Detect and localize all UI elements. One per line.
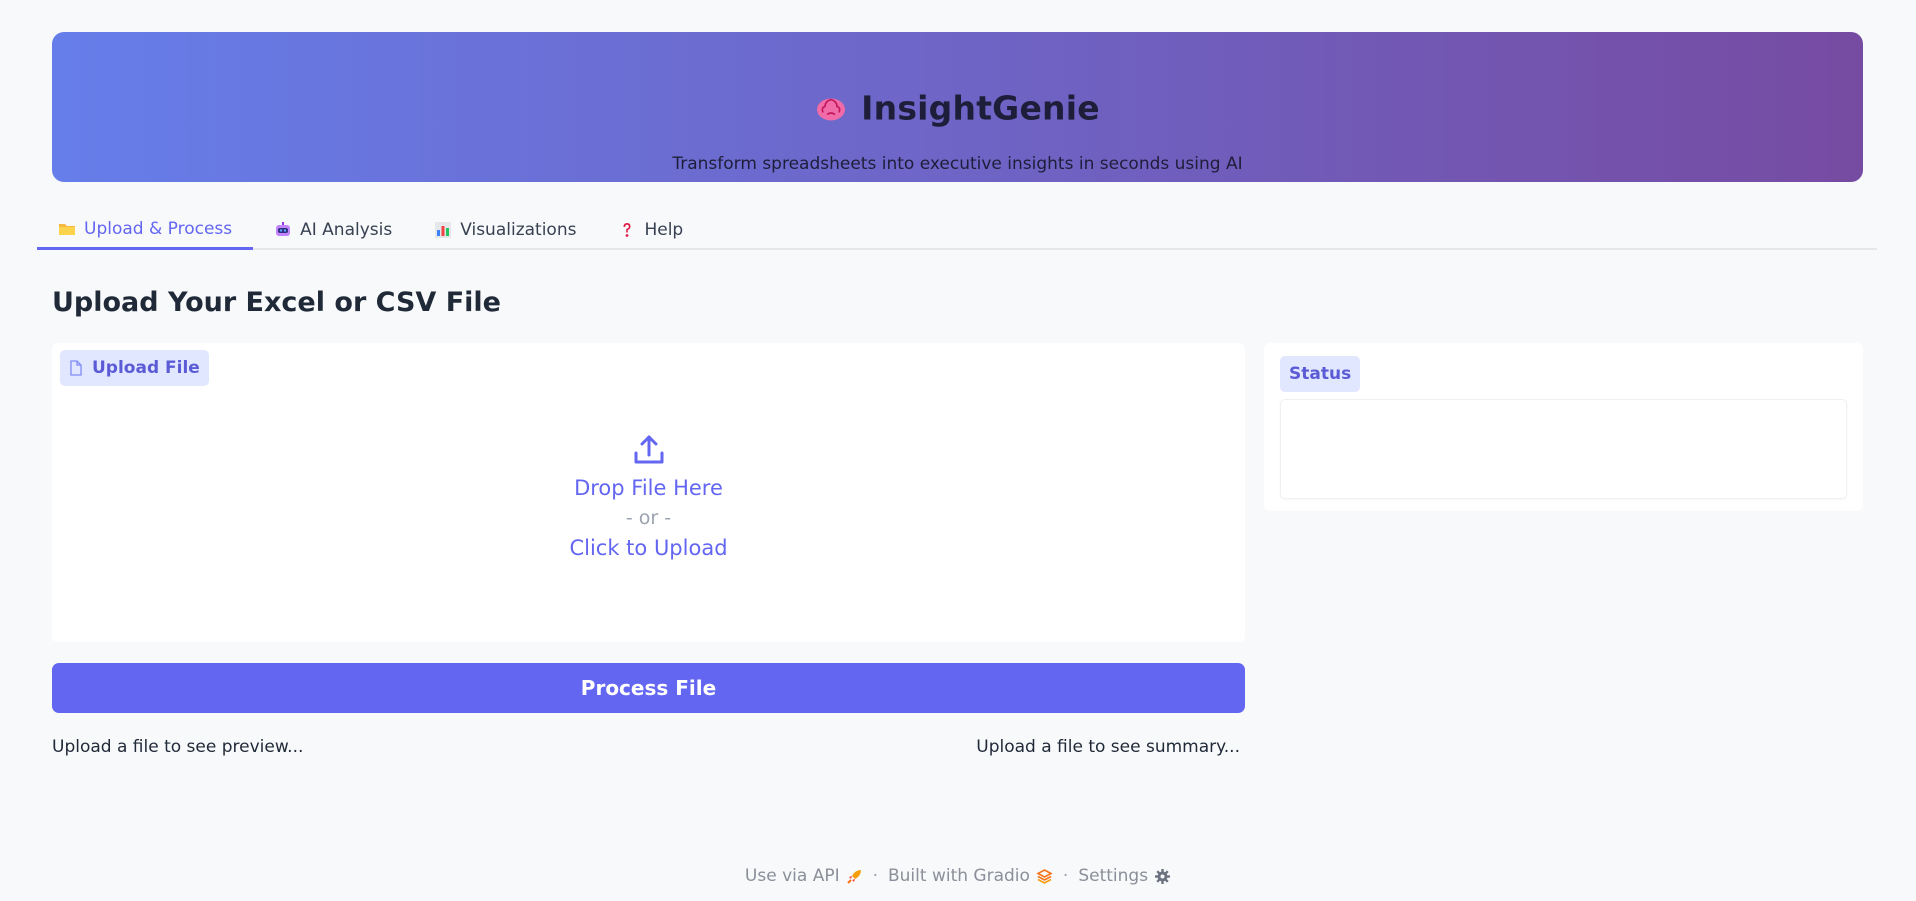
built-with-gradio-text: Built with Gradio (888, 866, 1030, 886)
use-via-api-link[interactable]: Use via API (745, 866, 863, 886)
tab-label: Help (644, 220, 684, 240)
drop-file-text: Drop File Here (574, 476, 723, 500)
upload-file-label-text: Upload File (92, 358, 200, 378)
question-icon (623, 223, 631, 237)
tab-label: Upload & Process (84, 218, 233, 239)
file-dropzone[interactable]: Drop File Here - or - Click to Upload (52, 433, 1245, 563)
footer: Use via API · Built with Gradio · Settin… (0, 866, 1916, 886)
folder-icon (59, 223, 75, 235)
upload-file-label: Upload File (60, 350, 209, 386)
tab-label: Visualizations (460, 220, 577, 240)
tab-visualizations[interactable]: Visualizations (413, 210, 597, 250)
brain-icon (817, 98, 846, 120)
gradio-logo-icon (1036, 868, 1053, 884)
tab-label: AI Analysis (300, 220, 393, 240)
status-label: Status (1280, 356, 1361, 392)
page-title: Upload Your Excel or CSV File (52, 287, 501, 318)
tab-bar: Upload & Process AI Analysis Visualizati… (37, 210, 1877, 250)
status-panel: Status (1264, 343, 1863, 511)
preview-placeholder: Upload a file to see preview... (52, 737, 304, 757)
click-to-upload-text[interactable]: Click to Upload (52, 533, 1245, 563)
summary-placeholder: Upload a file to see summary... (976, 737, 1240, 757)
file-icon (70, 360, 82, 376)
gear-icon (1155, 868, 1171, 884)
app-title: InsightGenie (861, 88, 1100, 128)
rocket-icon (846, 869, 861, 884)
built-with-gradio-link[interactable]: Built with Gradio (888, 866, 1053, 886)
footer-separator: · (1062, 866, 1069, 886)
use-via-api-text: Use via API (744, 866, 840, 886)
status-textbox[interactable] (1280, 399, 1847, 499)
process-file-button[interactable]: Process File (52, 663, 1245, 713)
tab-upload-process[interactable]: Upload & Process (37, 210, 254, 250)
robot-icon (276, 222, 291, 236)
file-upload-panel[interactable]: Upload File Drop File Here - or - Click … (52, 343, 1245, 642)
app-title-row: InsightGenie (52, 89, 1863, 128)
tab-help[interactable]: Help (597, 210, 704, 250)
settings-link[interactable]: Settings (1078, 866, 1171, 886)
settings-text: Settings (1078, 866, 1149, 886)
tab-ai-analysis[interactable]: AI Analysis (253, 210, 413, 250)
or-separator-text: - or - (625, 507, 672, 529)
footer-separator: · (872, 866, 878, 886)
bar-chart-icon (435, 222, 452, 238)
app-subtitle: Transform spreadsheets into executive in… (672, 154, 1243, 174)
upload-icon (634, 435, 663, 464)
header-banner: InsightGenie Transform spreadsheets into… (52, 32, 1863, 182)
